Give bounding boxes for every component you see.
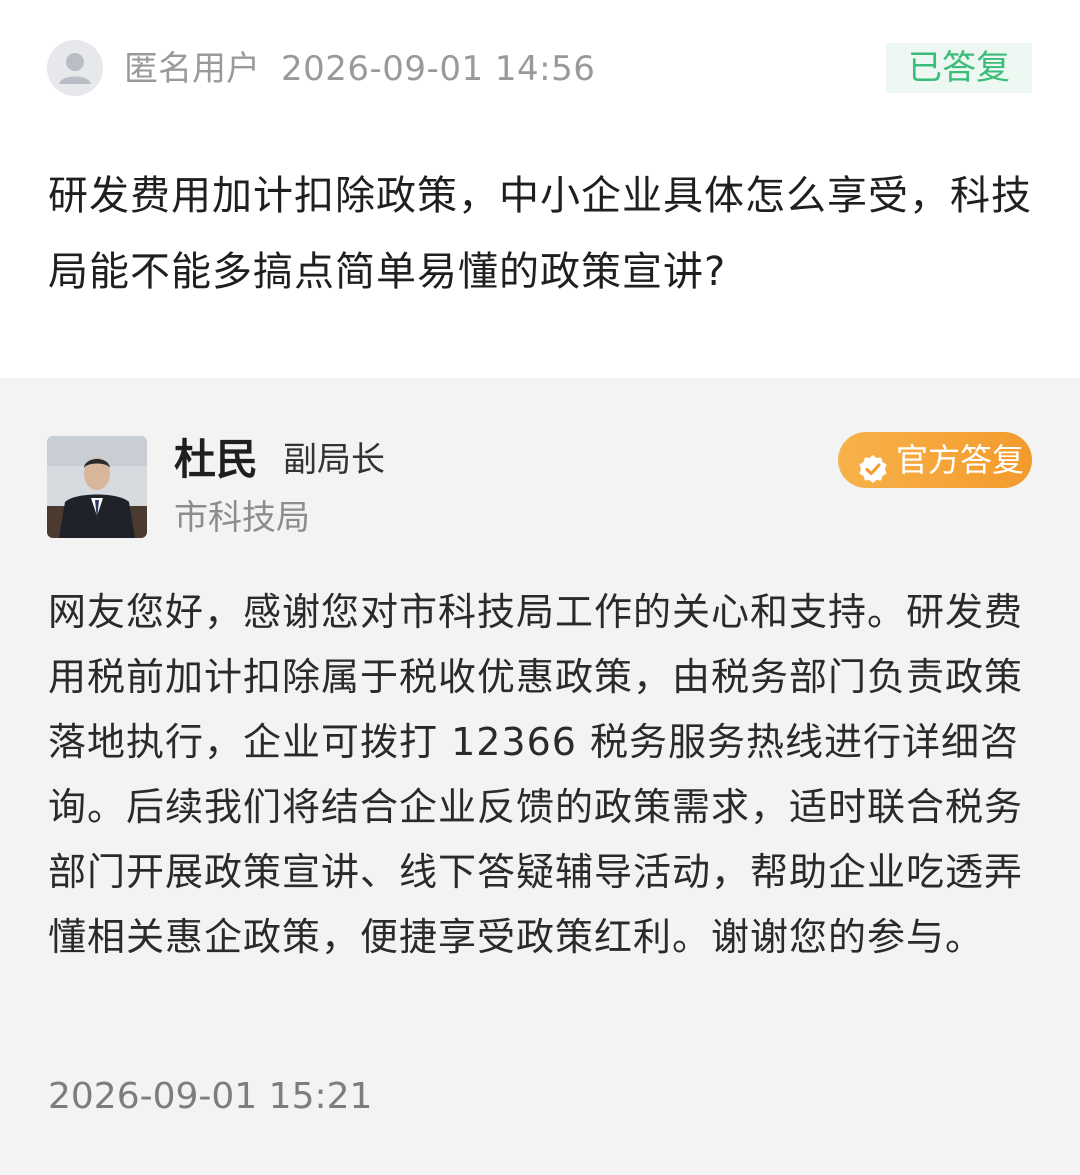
question-text: 研发费用加计扣除政策，中小企业具体怎么享受，科技局能不能多搞点简单易懂的政策宣讲… bbox=[48, 173, 1032, 295]
status-badge: 已答复 bbox=[886, 43, 1032, 93]
official-name: 杜民 bbox=[174, 435, 259, 484]
official-avatar bbox=[47, 436, 147, 538]
question-user-name: 匿名用户 bbox=[124, 49, 260, 89]
official-reply-label: 官方答复 bbox=[896, 441, 1025, 479]
official-organization: 市科技局 bbox=[174, 498, 310, 538]
official-reply-badge: 官方答复 bbox=[838, 432, 1032, 488]
answer-text: 网友您好，感谢您对市科技局工作的关心和支持。研发费用税前加计扣除属于税收优惠政策… bbox=[48, 590, 1024, 959]
official-title: 副局长 bbox=[283, 440, 385, 480]
anonymous-avatar-icon bbox=[47, 40, 103, 96]
question-timestamp: 2026-09-01 14:56 bbox=[281, 49, 596, 89]
answer-timestamp: 2026-09-01 15:21 bbox=[48, 1076, 373, 1117]
verified-check-icon bbox=[858, 445, 888, 483]
question-section: 匿名用户 2026-09-01 14:56 已答复 研发费用加计扣除政策，中小企… bbox=[0, 0, 1080, 378]
